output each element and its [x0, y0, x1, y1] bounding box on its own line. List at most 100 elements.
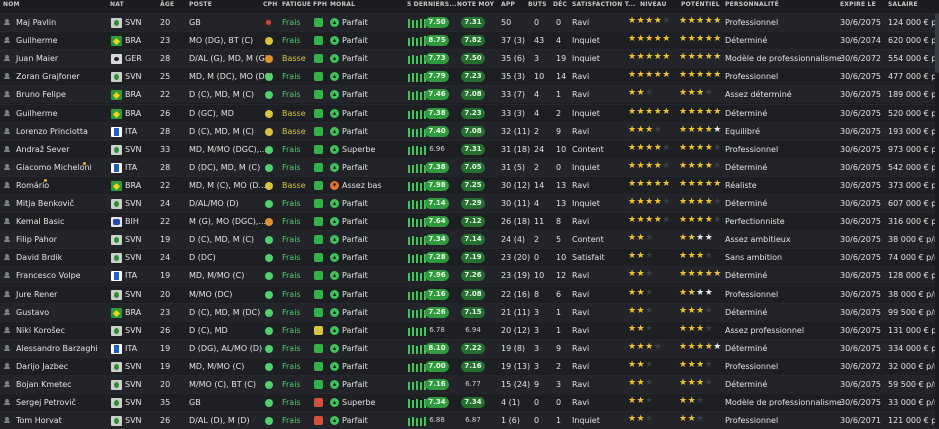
personality: Assez ambitieux	[725, 235, 791, 245]
wage: 607 000 € p/m	[888, 199, 939, 208]
col-header-age[interactable]: ÂGE	[160, 1, 174, 8]
decisive-passes: 2	[556, 108, 562, 118]
col-header-moral[interactable]: MORAL	[330, 1, 355, 8]
fatigue: Frais	[282, 307, 301, 317]
morale-icon: ▴	[330, 343, 339, 353]
goals: 4	[534, 199, 540, 208]
table-row[interactable]: Francesco Volpe ITA 19 MD, M/MO (C) Frais ▴ Pa…	[0, 266, 939, 285]
goals: 3	[534, 325, 540, 335]
player-name[interactable]: Lorenzo Princiotta	[16, 125, 88, 138]
table-row[interactable]: Guilherme BRA 26 D (GC), MD Basse ▴ Parfait 7.3…	[0, 103, 939, 122]
table-row[interactable]: Bruno Felipe BRA 22 D (C), MD, M (C) Frais ▴ P…	[0, 85, 939, 104]
personality: Professionnel	[725, 361, 779, 371]
player-name[interactable]: Gustavo	[16, 306, 49, 319]
player-name[interactable]: Juan Maier	[16, 52, 58, 65]
player-name[interactable]: David Brdik	[16, 251, 62, 264]
table-row[interactable]: Kemal Basic BIH 22 M (G), MO (DGC),... Frais…	[0, 212, 939, 231]
table-row[interactable]: Andraž Sever SVN 33 MD, M/MO (DGC),... Frais…	[0, 139, 939, 158]
player-name[interactable]: Zoran Grajfoner	[16, 70, 80, 83]
player-name[interactable]: Andraž Sever	[16, 143, 70, 156]
player-name[interactable]: Bojan Kmetec	[16, 378, 72, 391]
table-row[interactable]: Niki Korošec SVN 26 D (C), MD Frais ▴ Parfait 6…	[0, 320, 939, 339]
fatigue: Frais	[282, 235, 301, 245]
player-name[interactable]: Maj Pavlin	[16, 16, 56, 29]
col-header-salaire[interactable]: SALAIRE	[888, 1, 918, 8]
player-name[interactable]: Bruno Felipe	[16, 88, 66, 101]
col-header-expire[interactable]: EXPIRE LE	[840, 1, 876, 8]
table-row[interactable]: Sergej Petrovič SVN 35 GB Frais ▴ Superbe 7.34 7…	[0, 393, 939, 412]
player-name[interactable]: Jure Rener	[16, 288, 57, 301]
table-row[interactable]: David Brdik SVN 24 D (DC) Frais ▴ Parfait 7.28 7…	[0, 248, 939, 267]
nation-flag-icon	[111, 180, 122, 191]
table-row[interactable]: Guilherme BRA 23 MO (DG), BT (C) Frais ▴ Parfa…	[0, 31, 939, 50]
decisive-passes: 1	[556, 325, 562, 335]
morale-icon: ▴	[330, 380, 339, 389]
form-rating: 7.38	[425, 107, 449, 119]
decisive-passes: 10	[556, 144, 567, 154]
table-row[interactable]: Mitja Benkovič SVN 24 D/AL/MO (D) Frais ▴ Parf…	[0, 194, 939, 212]
col-header-cph[interactable]: CPH	[263, 1, 277, 8]
goals: 2	[534, 126, 540, 136]
col-header-fph[interactable]: FPH	[313, 1, 327, 8]
table-row[interactable]: Maj Pavlin SVN 20 GB Frais ▴ Parfait 7.50 7.31 50…	[0, 13, 939, 31]
wage: 973 000 € p/m	[888, 144, 939, 154]
player-name[interactable]: Francesco Volpe	[16, 269, 81, 282]
player-name[interactable]: Guilherme	[16, 107, 58, 120]
col-header-niveau[interactable]: NIVEAU	[640, 1, 667, 8]
table-row[interactable]: Romário BRA 22 MD, M (C), MO (D... Basse ▾ Ass…	[0, 175, 939, 194]
col-header-fatigue[interactable]: FATIGUE	[282, 1, 311, 8]
player-icon	[4, 218, 10, 225]
position: D (C), MD, M (DC)	[189, 307, 261, 317]
appearances: 31 (5)	[501, 162, 526, 172]
table-row[interactable]: Filip Pahor SVN 19 D (C), MD, M (C) Frais ▴ Pa…	[0, 230, 939, 249]
form-rating: 7.98	[425, 179, 449, 191]
wage: 33 000 € p/m	[888, 398, 939, 408]
player-icon	[4, 381, 10, 387]
col-header-buts[interactable]: BUTS	[528, 1, 547, 8]
player-name[interactable]: Mitja Benkovič	[16, 197, 74, 210]
player-name[interactable]: Tom Horvat	[16, 414, 62, 427]
col-header-note[interactable]: NOTE MOY	[457, 1, 494, 8]
table-row[interactable]: Giacomo Micheloni ITA 28 D (DC), MD, M (C) F…	[0, 157, 939, 176]
match-fitness-icon	[314, 54, 323, 64]
col-header-nat[interactable]: NAT	[110, 1, 124, 8]
table-row[interactable]: Tom Horvat SVN 26 D/AL (D), M (D) Frais ▴ Parf…	[0, 411, 939, 429]
potential-ability-stars: ★★★★	[679, 88, 714, 99]
col-header-potentiel[interactable]: POTENTIEL	[681, 1, 720, 8]
player-name[interactable]: Giacomo Micheloni	[16, 161, 92, 174]
form-rating: 7.00	[425, 360, 449, 372]
table-row[interactable]: Jure Rener SVN 20 M/MO (DC) Frais ▴ Parfait 7.1…	[0, 284, 939, 303]
player-name[interactable]: Alessandro Barzaghi	[16, 342, 98, 355]
player-name[interactable]: Darijo Jazbec	[16, 360, 68, 373]
player-name[interactable]: Niki Korošec	[16, 324, 65, 337]
contract-expiry: 30/6/2075	[840, 398, 882, 408]
col-header-satisfaction[interactable]: SATISFACTION T...	[572, 1, 636, 8]
nationality: BRA	[125, 307, 142, 317]
player-name[interactable]: Sergej Petrovič	[16, 396, 76, 409]
fatigue: Frais	[282, 416, 301, 426]
col-header-dec[interactable]: DÉC	[553, 1, 567, 8]
current-ability-stars: ★★★★★	[628, 106, 671, 117]
col-header-app[interactable]: APP	[501, 1, 515, 8]
table-row[interactable]: Juan Maier GER 28 D/AL (G), MD, M (G) Basse ▴…	[0, 49, 939, 68]
player-name[interactable]: Filip Pahor	[16, 233, 57, 246]
vertical-scrollbar[interactable]	[935, 13, 939, 428]
table-row[interactable]: Lorenzo Princiotta ITA 28 D (C), MD, M (C) B…	[0, 121, 939, 140]
morale: Parfait	[342, 126, 368, 136]
player-name[interactable]: Kemal Basic	[16, 215, 64, 228]
col-header-personnalite[interactable]: PERSONNALITÉ	[725, 1, 779, 8]
nation-flag-icon	[111, 380, 122, 390]
col-header-poste[interactable]: POSTE	[189, 1, 212, 8]
condition-heart-icon	[265, 218, 273, 227]
table-row[interactable]: Bojan Kmetec SVN 20 M/MO (C), BT (C) Frais ▴ P…	[0, 375, 939, 393]
satisfaction: Ravi	[572, 325, 590, 335]
table-row[interactable]: Alessandro Barzaghi ITA 19 D (DG), AL/MO (D…	[0, 338, 939, 357]
fatigue: Frais	[282, 253, 301, 263]
table-row[interactable]: Gustavo BRA 23 D (C), MD, M (DC) Frais ▴ Parfa…	[0, 302, 939, 321]
col-header-nom[interactable]: NOM	[3, 1, 20, 8]
col-header-derniers[interactable]: 5 DERNIERS...	[407, 1, 457, 8]
table-row[interactable]: Darijo Jazbec SVN 19 MD, M/MO (C) Frais ▴ Parf…	[0, 356, 939, 375]
player-icon	[4, 109, 10, 116]
player-name[interactable]: Guilherme	[16, 34, 58, 47]
table-row[interactable]: Zoran Grajfoner SVN 25 MD, M (DC), MO (DC) F…	[0, 67, 939, 86]
